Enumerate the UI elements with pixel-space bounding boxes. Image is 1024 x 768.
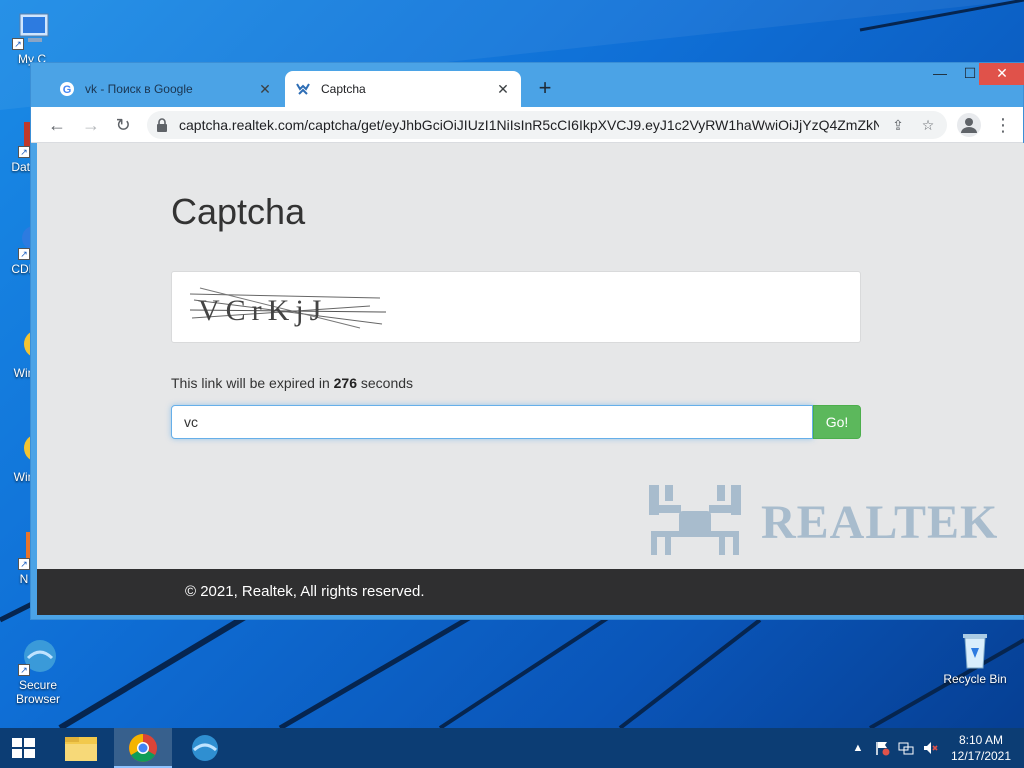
- captcha-text: VCrKjJ: [198, 294, 327, 327]
- start-button[interactable]: [0, 728, 48, 768]
- tray-flag-icon[interactable]: [874, 740, 890, 756]
- taskbar-secure-browser[interactable]: [176, 728, 234, 768]
- page-content: Captcha VCrKjJ This link will be expired…: [37, 143, 1024, 615]
- tab-captcha[interactable]: Captcha ✕: [285, 71, 521, 107]
- close-window-button[interactable]: ✕: [979, 63, 1024, 85]
- start-icon: [12, 738, 35, 758]
- system-clock[interactable]: 8:10 AM 12/17/2021: [950, 732, 1012, 764]
- close-tab-icon[interactable]: ✕: [495, 81, 511, 97]
- clock-date: 12/17/2021: [950, 749, 1012, 763]
- recycle-bin-icon: [955, 630, 995, 670]
- tab-title: vk - Поиск в Google: [85, 82, 193, 96]
- brand-name: REALTEK: [761, 496, 999, 549]
- svg-text:G: G: [63, 84, 72, 96]
- back-icon[interactable]: ←: [43, 111, 71, 139]
- lock-icon[interactable]: [155, 118, 169, 132]
- clock-time: 8:10 AM: [958, 733, 1004, 747]
- forward-icon[interactable]: →: [77, 111, 105, 139]
- realtek-icon: [295, 81, 311, 97]
- taskbar-file-explorer[interactable]: [52, 728, 110, 768]
- secure-browser-icon: [192, 735, 218, 761]
- file-explorer-icon: [65, 737, 97, 761]
- profile-avatar-icon[interactable]: [957, 113, 981, 137]
- page-footer: © 2021, Realtek, All rights reserved.: [37, 569, 1024, 615]
- taskbar-chrome[interactable]: [114, 728, 172, 768]
- captcha-image: VCrKjJ: [190, 287, 386, 329]
- tab-strip: G vk - Поиск в Google ✕ Captcha ✕ + — ☐ …: [31, 63, 1024, 107]
- bookmark-star-icon[interactable]: ☆: [917, 114, 939, 136]
- captcha-input[interactable]: [171, 405, 813, 439]
- page-title: Captcha: [171, 191, 306, 232]
- realtek-logo: REALTEK: [643, 481, 1013, 561]
- tray-network-icon[interactable]: [898, 740, 914, 756]
- desktop-icon-secure-browser[interactable]: ↗ Secure Browser: [6, 636, 70, 706]
- browser-window: G vk - Поиск в Google ✕ Captcha ✕ + — ☐ …: [30, 62, 1024, 620]
- desktop-icon-recycle-bin[interactable]: Recycle Bin: [943, 630, 1007, 686]
- desktop-icon-my-computer[interactable]: ↗ My C: [0, 10, 64, 66]
- tray-volume-muted-icon[interactable]: [922, 740, 938, 756]
- close-tab-icon[interactable]: ✕: [257, 81, 273, 97]
- expiry-seconds: 276: [333, 375, 357, 391]
- google-icon: G: [59, 81, 75, 97]
- taskbar: ▲ 8:10 AM 12/17/2021: [0, 728, 1024, 768]
- browser-toolbar: ← → ↻ captcha.realtek.com/captcha/get/ey…: [31, 107, 1023, 143]
- reload-icon[interactable]: ↻: [109, 111, 137, 139]
- expiry-notice: This link will be expired in 276 seconds: [171, 375, 414, 391]
- secure-browser-icon: ↗: [18, 636, 58, 676]
- url-text: captcha.realtek.com/captcha/get/eyJhbGci…: [179, 117, 879, 133]
- go-button[interactable]: Go!: [813, 405, 861, 439]
- captcha-panel: VCrKjJ: [171, 271, 861, 343]
- tray-chevron-up-icon[interactable]: ▲: [850, 740, 866, 756]
- computer-icon: ↗: [12, 10, 52, 50]
- browser-menu-icon[interactable]: ⋮: [989, 111, 1017, 139]
- chrome-icon: [129, 734, 157, 762]
- address-bar[interactable]: captcha.realtek.com/captcha/get/eyJhbGci…: [147, 111, 947, 139]
- new-tab-button[interactable]: +: [531, 75, 559, 103]
- realtek-crab-icon: [649, 485, 741, 555]
- copyright-text: © 2021, Realtek, All rights reserved.: [185, 583, 425, 600]
- minimize-button[interactable]: —: [925, 63, 955, 85]
- tab-google-search[interactable]: G vk - Поиск в Google ✕: [49, 71, 283, 107]
- tab-title: Captcha: [321, 82, 366, 96]
- share-icon[interactable]: ⇪: [887, 114, 909, 136]
